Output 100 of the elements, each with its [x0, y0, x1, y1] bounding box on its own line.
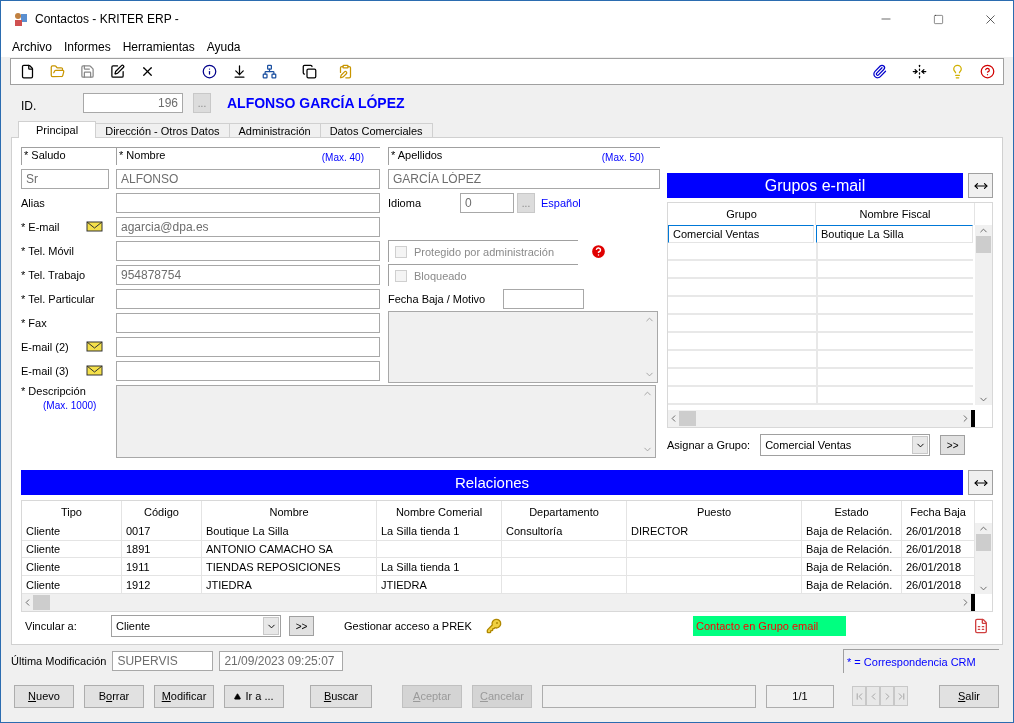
- column-header: * Apellidos (Max. 50): [388, 147, 660, 165]
- text-area[interactable]: [388, 311, 658, 383]
- input-field[interactable]: [116, 289, 380, 309]
- table-cell: Comercial Ventas: [668, 225, 814, 243]
- input-field[interactable]: [116, 241, 380, 261]
- envelope-icon: [86, 221, 104, 233]
- help-icon: [979, 64, 995, 79]
- assign-button[interactable]: >>: [940, 435, 966, 455]
- spreadsheet-icon: [973, 618, 989, 634]
- maximize-icon: [932, 13, 944, 25]
- first-name-field[interactable]: ALFONSO: [116, 169, 380, 189]
- key-icon: [485, 618, 502, 634]
- scrollbar-end: [971, 410, 975, 427]
- file-icon: [19, 64, 35, 79]
- salutation-field[interactable]: Sr: [21, 169, 109, 189]
- scrollbar-thumb[interactable]: [976, 236, 991, 253]
- table-cell: La Silla tienda 1: [377, 558, 502, 577]
- field-label: * Tel. Particular: [21, 293, 95, 305]
- field-label: Alias: [21, 197, 45, 209]
- expand-button[interactable]: [968, 173, 993, 198]
- column-header: Código: [122, 501, 202, 523]
- tab[interactable]: Datos Comerciales: [319, 123, 433, 138]
- info-icon: [201, 64, 217, 79]
- previous-button[interactable]: [866, 686, 880, 706]
- language-link[interactable]: Español: [541, 197, 581, 209]
- description-field[interactable]: [116, 385, 656, 458]
- exit-button[interactable]: Salir: [939, 684, 999, 708]
- checkbox-label: Protegido por administración: [414, 245, 555, 258]
- last-button[interactable]: [894, 686, 908, 706]
- field-label: * Fax: [21, 317, 47, 329]
- input-field[interactable]: 954878754: [116, 265, 380, 285]
- folder-icon: [49, 64, 65, 79]
- modified-by-field[interactable]: SUPERVIS: [112, 651, 214, 671]
- triangle-icon: [234, 692, 242, 700]
- vertical-scrollbar[interactable]: [975, 523, 992, 594]
- table-cell: Baja de Relación.: [802, 558, 902, 577]
- input-field[interactable]: [116, 337, 380, 357]
- scrollbar-thumb[interactable]: [679, 411, 696, 426]
- menu-item[interactable]: Informes: [64, 40, 111, 54]
- max-length-hint: (Max. 1000): [42, 399, 98, 411]
- window-title: Contactos - KRITER ERP -: [35, 12, 180, 26]
- link-dropdown[interactable]: Cliente: [111, 615, 281, 637]
- id-field[interactable]: 196: [83, 93, 183, 113]
- scrollbar-thumb[interactable]: [976, 534, 991, 551]
- input-field[interactable]: [116, 361, 380, 381]
- horizontal-scrollbar[interactable]: [668, 410, 971, 427]
- network-icon: [261, 64, 277, 79]
- contact-name: ALFONSO GARCÍA LÓPEZ: [227, 95, 405, 111]
- menu-item[interactable]: Herramientas: [122, 40, 195, 54]
- prek-label: Gestionar acceso a PREK: [344, 620, 472, 632]
- edit-icon: [109, 64, 125, 79]
- tab[interactable]: Dirección - Otros Datos: [95, 123, 230, 138]
- input-field[interactable]: agarcia@dpa.es: [116, 217, 380, 237]
- group-dropdown[interactable]: Comercial Ventas: [760, 434, 931, 456]
- action-button[interactable]: Borrar: [84, 684, 144, 708]
- first-button[interactable]: [852, 686, 866, 706]
- table-cell: Boutique La Silla: [202, 522, 377, 541]
- table-cell: Cliente: [22, 522, 122, 541]
- field-label: * Descripción: [21, 385, 86, 397]
- envelope-icon: [86, 341, 104, 353]
- modified-at-field[interactable]: 21/09/2023 09:25:07: [219, 651, 344, 671]
- table-cell: ANTONIO CAMACHO SA: [202, 540, 377, 559]
- table-cell: 1891: [122, 540, 202, 559]
- record-counter: 1/1: [766, 684, 834, 708]
- help-icon: [590, 242, 607, 260]
- menu-item[interactable]: Ayuda: [206, 40, 241, 54]
- field-label: * Tel. Trabajo: [21, 269, 85, 281]
- menu-item[interactable]: Archivo: [12, 40, 52, 54]
- status-indicator: Contacto en Grupo email: [693, 616, 846, 636]
- field-label: E-mail (2): [21, 341, 69, 353]
- input-field[interactable]: [116, 193, 380, 213]
- table-cell: Baja de Relación.: [802, 540, 902, 559]
- checkbox-label: Bloqueado: [414, 269, 467, 282]
- clipboard-icon: [337, 64, 353, 79]
- tab[interactable]: Administración: [228, 123, 321, 138]
- action-button[interactable]: Modificar: [154, 684, 214, 708]
- horizontal-arrows-icon: [911, 64, 927, 79]
- column-header: Departamento: [502, 501, 627, 523]
- table-cell: Consultoría: [502, 522, 627, 541]
- link-button[interactable]: >>: [289, 616, 314, 636]
- column-header: Nombre: [202, 501, 377, 523]
- date-field[interactable]: [503, 289, 584, 309]
- copy-icon: [301, 64, 317, 79]
- field-label: * E-mail: [21, 221, 60, 233]
- column-header: Grupo: [668, 203, 816, 225]
- expand-button[interactable]: [968, 470, 993, 495]
- language-field[interactable]: 0: [460, 193, 514, 213]
- last-name-field[interactable]: GARCÍA LÓPEZ: [388, 169, 660, 189]
- next-button[interactable]: [880, 686, 894, 706]
- vertical-scrollbar[interactable]: [975, 225, 992, 405]
- section-title: Grupos e-mail: [667, 173, 963, 198]
- action-button[interactable]: Buscar: [310, 684, 372, 708]
- scrollbar-thumb[interactable]: [33, 595, 50, 610]
- table-cell: Cliente: [22, 558, 122, 577]
- goto-button[interactable]: Ir a ...: [224, 684, 284, 708]
- horizontal-scrollbar[interactable]: [22, 594, 971, 611]
- table-cell: 0017: [122, 522, 202, 541]
- input-field[interactable]: [116, 313, 380, 333]
- action-button[interactable]: Nuevo: [14, 684, 74, 708]
- tab[interactable]: Principal: [18, 121, 97, 138]
